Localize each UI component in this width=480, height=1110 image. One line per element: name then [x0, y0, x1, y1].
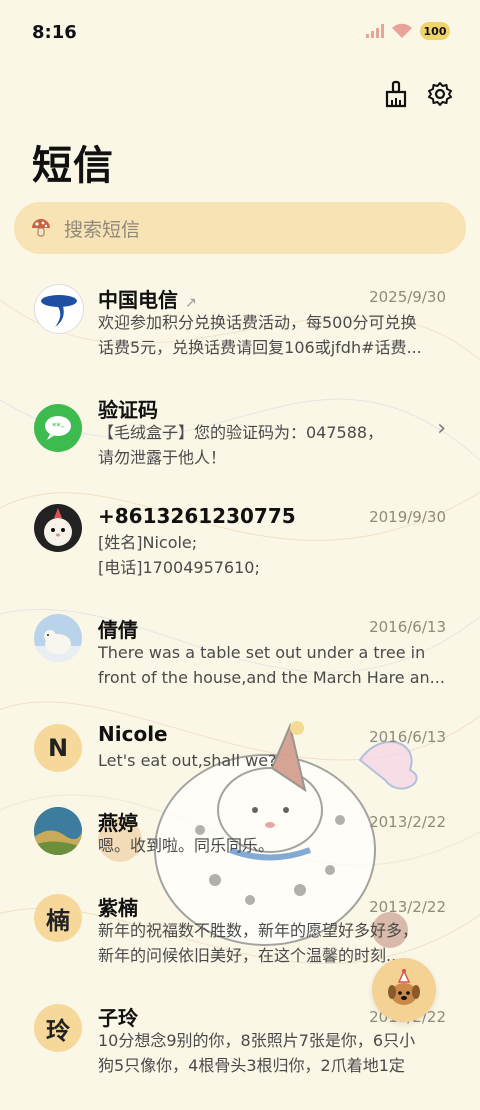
- contact-name: 倩倩: [98, 618, 138, 642]
- preview-line-1: 【毛绒盒子】您的验证码为：047588，: [98, 423, 384, 442]
- status-bar: 8:16 100: [0, 0, 480, 68]
- mushroom-search-icon: [32, 219, 50, 237]
- preview-line-1: 欢迎参加积分兑换话费活动，每500分可兑换: [98, 313, 417, 332]
- landscape-photo-icon: [34, 807, 82, 855]
- new-message-button[interactable]: [372, 958, 436, 1022]
- preview-line-2: front of the house,and the March Hare an…: [98, 668, 445, 687]
- status-time: 8:16: [32, 22, 77, 43]
- page-title: 短信: [32, 143, 114, 189]
- message-preview: There was a table set out under a tree i…: [98, 640, 448, 690]
- conversation-item[interactable]: 中国电信 ↗ 2025/9/30 欢迎参加积分兑换话费活动，每500分可兑换 话…: [0, 280, 480, 390]
- contact-name: 子玲: [98, 1006, 138, 1030]
- letter-avatar: N: [34, 724, 82, 772]
- contact-name: 中国电信 ↗: [98, 288, 197, 312]
- letter-avatar: 玲: [34, 1004, 82, 1052]
- verification-avatar: **-: [34, 404, 82, 452]
- conversation-item[interactable]: +8613261230775 2019/9/30 [姓名]Nicole; [电话…: [0, 500, 480, 610]
- puppy-compose-icon: [388, 969, 420, 1005]
- cat-avatar: [34, 504, 82, 552]
- landscape-avatar: [34, 807, 82, 855]
- message-date: 2013/2/22: [369, 813, 446, 831]
- search-bar[interactable]: 搜索短信: [14, 202, 466, 254]
- conversation-item[interactable]: 倩倩 2016/6/13 There was a table set out u…: [0, 610, 480, 720]
- signal-icon: [366, 24, 384, 38]
- preview-line-2: 话费5元，兑换话费请回复106或jfdh#话费...: [98, 338, 422, 357]
- preview-line-1: 嗯。收到啦。同乐同乐。: [98, 836, 275, 855]
- polar-bear-photo-icon: [34, 630, 82, 662]
- preview-line-1: There was a table set out under a tree i…: [98, 643, 426, 662]
- message-preview: 10分想念9别的你，8张照片7张是你，6只小 狗5只像你，4根骨头3根归你，2爪…: [98, 1028, 448, 1078]
- message-date: 2019/9/30: [369, 508, 446, 526]
- contact-name: +8613261230775: [98, 504, 296, 528]
- message-date: 2013/2/22: [369, 898, 446, 916]
- message-date: 2025/9/30: [369, 288, 446, 306]
- preview-line-1: Let's eat out,shall we?: [98, 751, 277, 770]
- cat-photo-icon: [44, 508, 72, 546]
- message-preview: Let's eat out,shall we?: [98, 748, 448, 773]
- preview-line-2: 请勿泄露于他人！: [98, 448, 227, 467]
- contact-name: 紫楠: [98, 896, 138, 920]
- message-preview: 欢迎参加积分兑换话费活动，每500分可兑换 话费5元，兑换话费请回复106或jf…: [98, 310, 448, 360]
- chat-bubble-icon: **-: [45, 416, 71, 440]
- message-date: 2016/6/13: [369, 618, 446, 636]
- edit-icon: ↗: [184, 295, 197, 311]
- wifi-icon: [392, 23, 412, 38]
- contact-name: 验证码: [98, 398, 158, 422]
- preview-line-1: [姓名]Nicole;: [98, 533, 198, 552]
- china-telecom-avatar: [34, 284, 84, 334]
- preview-line-2: 狗5只像你，4根骨头3根归你，2爪着地1定: [98, 1056, 405, 1075]
- broom-icon: [385, 80, 407, 108]
- search-placeholder: 搜索短信: [64, 218, 141, 241]
- message-preview: 嗯。收到啦。同乐同乐。: [98, 833, 448, 858]
- settings-button[interactable]: [426, 78, 454, 110]
- status-icons: 100: [366, 22, 450, 40]
- top-actions: [382, 78, 454, 110]
- message-preview: [姓名]Nicole; [电话]17004957610;: [98, 530, 448, 580]
- preview-line-1: 10分想念9别的你，8张照片7张是你，6只小: [98, 1031, 416, 1050]
- china-telecom-logo-icon: [41, 295, 77, 327]
- preview-line-1: 新年的祝福数不胜数，新年的愿望好多好多，: [98, 921, 419, 940]
- chevron-right-icon: ›: [437, 416, 446, 441]
- gear-icon: [428, 82, 452, 106]
- conversation-item[interactable]: **- 验证码 【毛绒盒子】您的验证码为：047588， 请勿泄露于他人！ ›: [0, 390, 480, 500]
- svg-text:**-: **-: [52, 422, 64, 432]
- letter-avatar: 楠: [34, 894, 82, 942]
- message-preview: 【毛绒盒子】您的验证码为：047588， 请勿泄露于他人！: [98, 420, 448, 470]
- clean-button[interactable]: [382, 78, 410, 110]
- contact-name: Nicole: [98, 722, 168, 746]
- message-date: 2016/6/13: [369, 728, 446, 746]
- contact-name: 燕婷: [98, 811, 138, 835]
- preview-line-2: [电话]17004957610;: [98, 558, 260, 577]
- battery-indicator: 100: [420, 22, 450, 40]
- polar-bear-avatar: [34, 614, 82, 662]
